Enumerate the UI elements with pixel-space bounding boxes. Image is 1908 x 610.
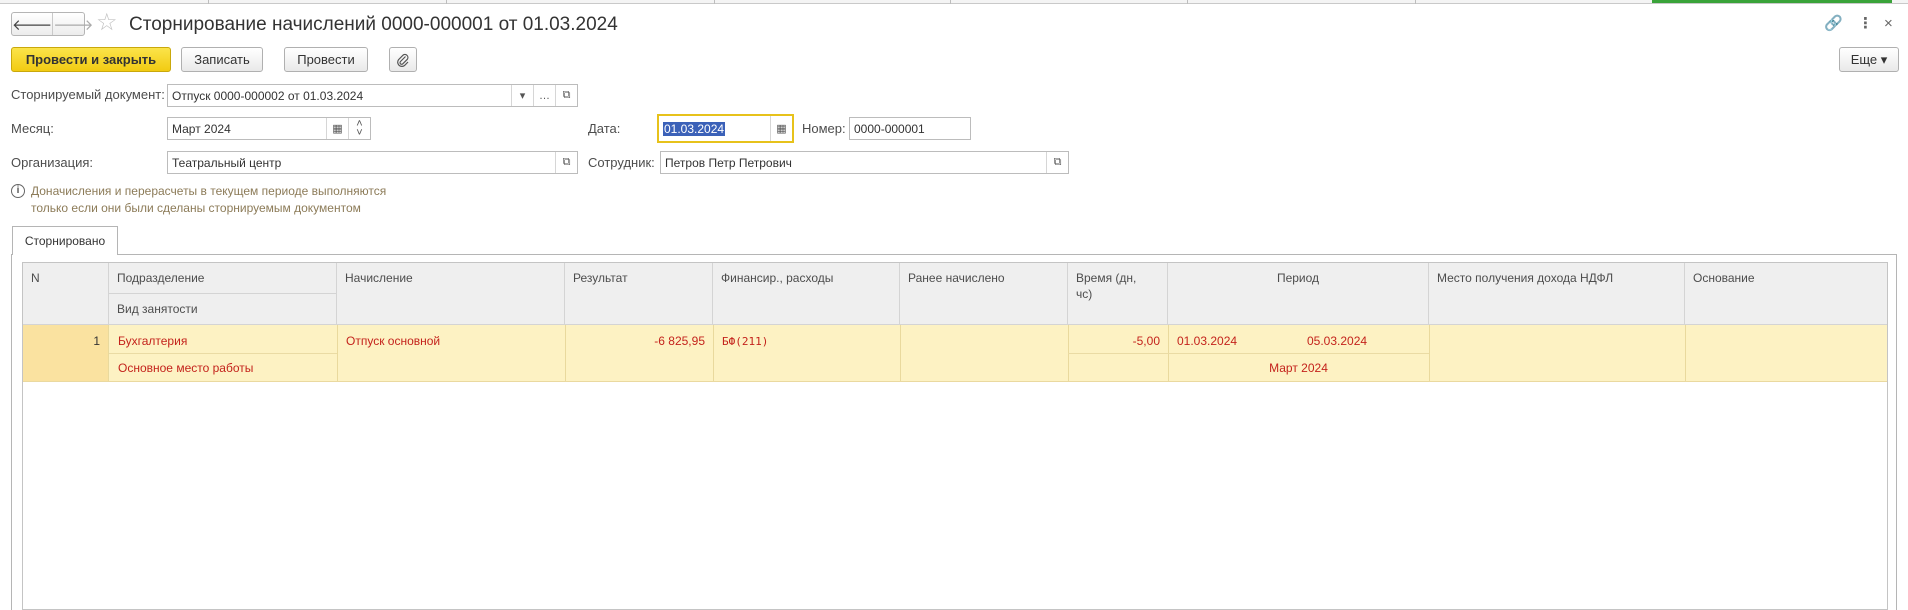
row-period-from: 01.03.2024: [1177, 334, 1238, 348]
number-field[interactable]: 0000-000001: [849, 117, 971, 140]
row-dept: Бухгалтерия: [118, 334, 188, 348]
select-dots-icon[interactable]: …: [533, 85, 555, 106]
forward-button[interactable]: 🡒: [52, 13, 93, 35]
close-icon[interactable]: ×: [1884, 14, 1893, 34]
info-icon: i: [11, 184, 25, 198]
month-field[interactable]: Март 2024 ▦ ˄ ˅: [167, 117, 371, 140]
org-value: Театральный центр: [172, 155, 282, 170]
org-field[interactable]: Театральный центр ⧉: [167, 151, 578, 174]
col-employment[interactable]: Вид занятости: [109, 294, 337, 325]
org-open-icon[interactable]: ⧉: [555, 152, 577, 173]
number-label: Номер:: [802, 121, 846, 136]
page-title: Сторнирование начислений 0000-000001 от …: [129, 14, 618, 35]
col-period[interactable]: Период: [1168, 263, 1429, 325]
col-accrual[interactable]: Начисление: [337, 263, 565, 325]
col-time[interactable]: Время (дн, чс): [1068, 263, 1168, 325]
back-button[interactable]: 🡐: [12, 13, 52, 35]
date-label: Дата:: [588, 121, 621, 136]
row-employment: Основное место работы: [118, 361, 254, 375]
more-vertical-icon[interactable]: ⋮: [1858, 14, 1873, 34]
col-n[interactable]: N: [23, 263, 109, 325]
window-tabs-strip: [0, 0, 1908, 4]
row-result: -6 825,95: [654, 334, 705, 348]
col-basis[interactable]: Основание: [1685, 263, 1887, 325]
date-field[interactable]: 01.03.2024 ▦: [657, 114, 794, 143]
date-value: 01.03.2024: [663, 121, 726, 136]
arrow-left-icon: 🡐: [12, 16, 53, 34]
storno-doc-value: Отпуск 0000-000002 от 01.03.2024: [172, 88, 364, 103]
row-accrual: Отпуск основной: [346, 334, 441, 348]
attach-button[interactable]: [389, 47, 417, 72]
storno-doc-field[interactable]: Отпуск 0000-000002 от 01.03.2024 ▾ … ⧉: [167, 84, 578, 107]
storno-table[interactable]: N Подразделение Вид занятости Начисление…: [22, 262, 1888, 610]
row-finance: БФ(211): [722, 335, 769, 348]
month-label: Месяц:: [11, 121, 54, 136]
dropdown-arrow-icon[interactable]: ▾: [511, 85, 533, 106]
col-result[interactable]: Результат: [565, 263, 713, 325]
date-calendar-icon[interactable]: ▦: [770, 116, 792, 141]
col-ndfl[interactable]: Место получения дохода НДФЛ: [1429, 263, 1685, 325]
calendar-icon[interactable]: ▦: [326, 118, 348, 139]
info-line-2: только если они были сделаны сторнируемы…: [31, 201, 361, 215]
info-line-1: Доначисления и перерасчеты в текущем пер…: [31, 184, 387, 198]
number-value: 0000-000001: [854, 121, 925, 136]
col-dept[interactable]: Подразделение: [109, 263, 337, 294]
link-icon[interactable]: 🔗: [1824, 14, 1843, 34]
employee-label: Сотрудник:: [588, 155, 655, 170]
org-label: Организация:: [11, 155, 94, 170]
arrow-right-icon: 🡒: [53, 16, 94, 34]
tab-divider: [11, 254, 1897, 255]
star-icon[interactable]: ☆: [96, 11, 118, 35]
row-time: -5,00: [1132, 334, 1160, 348]
storno-doc-label: Сторнируемый документ:: [11, 87, 165, 102]
save-button[interactable]: Записать: [181, 47, 263, 72]
nav-buttons: 🡐 🡒: [11, 12, 93, 36]
employee-open-icon[interactable]: ⧉: [1046, 152, 1068, 173]
post-button[interactable]: Провести: [284, 47, 368, 72]
paperclip-icon: [397, 53, 409, 67]
month-stepper[interactable]: ˄ ˅: [348, 118, 370, 139]
more-button[interactable]: Еще ▾: [1839, 47, 1899, 72]
row-period-month: Март 2024: [1269, 361, 1328, 375]
col-prev[interactable]: Ранее начислено: [900, 263, 1068, 325]
month-value: Март 2024: [172, 121, 231, 136]
col-finance[interactable]: Финансир., расходы: [713, 263, 900, 325]
row-period-to: 05.03.2024: [1307, 334, 1368, 348]
info-note: i Доначисления и перерасчеты в текущем п…: [11, 183, 511, 217]
employee-field[interactable]: Петров Петр Петрович ⧉: [660, 151, 1069, 174]
tab-stornirovano[interactable]: Сторнировано: [12, 226, 118, 255]
row-n: 1: [93, 334, 100, 348]
employee-value: Петров Петр Петрович: [665, 155, 792, 170]
post-and-close-button[interactable]: Провести и закрыть: [11, 47, 171, 72]
open-icon[interactable]: ⧉: [555, 85, 577, 106]
